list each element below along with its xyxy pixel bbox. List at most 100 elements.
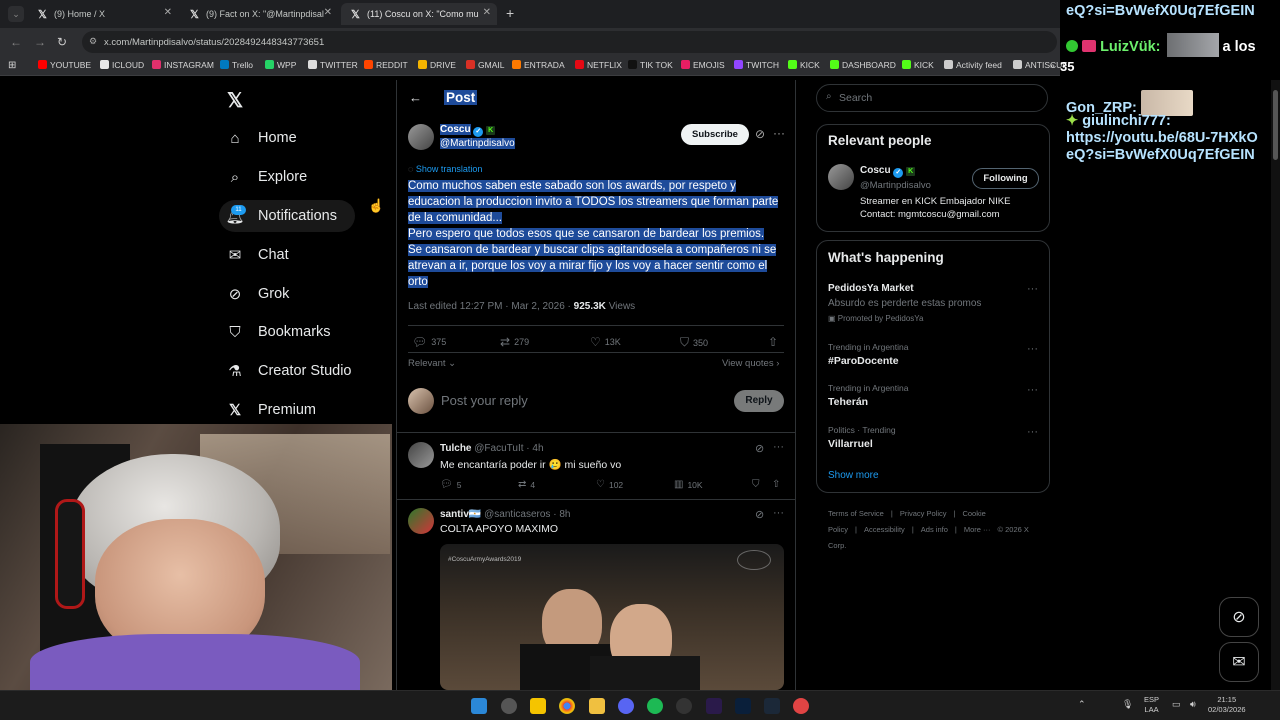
grok-button[interactable]: ⊘: [1219, 597, 1259, 637]
url-input[interactable]: ⚙ x.com/Martinpdisalvo/status/2028492448…: [82, 31, 1057, 53]
person-name[interactable]: Coscu ✓ K: [860, 165, 916, 178]
avatar[interactable]: [408, 508, 434, 534]
bookmark-item[interactable]: Activity feed: [944, 60, 1002, 70]
footer-link[interactable]: Terms of Service: [828, 509, 884, 518]
x-logo-icon[interactable]: 𝕏: [227, 88, 243, 113]
nav-premium[interactable]: 𝕏 Premium: [226, 393, 316, 427]
bookmark-item[interactable]: YOUTUBE: [38, 60, 91, 70]
bookmark-action[interactable]: ⛉: [752, 479, 764, 490]
like-action[interactable]: ♡ 102: [596, 479, 623, 490]
reload-icon[interactable]: ↻: [57, 35, 67, 49]
scrollbar-thumb[interactable]: [1273, 90, 1278, 160]
reply-action[interactable]: 💬︎ 375: [412, 335, 446, 349]
obs-icon[interactable]: [676, 698, 692, 714]
clock[interactable]: 21:15 02/03/2026: [1208, 695, 1246, 715]
avatar[interactable]: [408, 442, 434, 468]
tab-home[interactable]: 𝕏 (9) Home / X ✕: [28, 3, 178, 25]
search-input[interactable]: ⌕ Search: [816, 84, 1048, 112]
site-info-icon[interactable]: ⚙: [89, 36, 97, 47]
language-indicator[interactable]: ESP LAA: [1144, 695, 1159, 715]
back-arrow-icon[interactable]: ←: [409, 90, 422, 105]
nav-chat[interactable]: ✉ Chat: [226, 238, 289, 272]
nav-home[interactable]: ⌂ Home: [226, 121, 296, 155]
scrollbar[interactable]: [1271, 80, 1280, 690]
nav-notifications[interactable]: 🔔︎ Notifications: [225, 199, 337, 233]
tab-fact[interactable]: 𝕏 (9) Fact on X: "@Martinpdisalv ✕: [180, 3, 338, 25]
grok-icon[interactable]: ⊘: [755, 442, 764, 455]
start-icon[interactable]: [471, 698, 487, 714]
footer-link[interactable]: Accessibility: [864, 525, 905, 534]
steam-icon[interactable]: [764, 698, 780, 714]
views-action[interactable]: ▥ 10K: [674, 479, 703, 490]
premiere-icon[interactable]: [706, 698, 722, 714]
repost-action[interactable]: ⇄ 4: [518, 479, 535, 490]
more-icon[interactable]: ···: [1027, 343, 1038, 355]
like-action[interactable]: ♡ 13K: [590, 335, 621, 349]
footer-link[interactable]: Privacy Policy: [900, 509, 947, 518]
bookmark-item[interactable]: ICLOUD: [100, 60, 144, 70]
tab-search-icon[interactable]: ⌄: [8, 6, 24, 22]
avatar[interactable]: [828, 164, 854, 190]
sort-dropdown[interactable]: Relevant ⌄: [408, 358, 456, 369]
view-quotes-link[interactable]: View quotes ›: [722, 358, 779, 369]
more-icon[interactable]: ···: [773, 441, 784, 453]
tab-coscu[interactable]: 𝕏 (11) Coscu on X: "Como mucho ✕: [341, 3, 497, 25]
share-action[interactable]: ⇧: [772, 479, 784, 490]
footer-link[interactable]: More ···: [964, 525, 991, 534]
nav-bookmarks[interactable]: ⛉ Bookmarks: [226, 315, 330, 349]
bookmark-item[interactable]: DASHBOARD: [830, 60, 896, 70]
reply-handle[interactable]: @santicaseros · 8h: [484, 509, 570, 520]
bookmark-item[interactable]: KICK: [902, 60, 934, 70]
bookmark-item[interactable]: TWITCH: [734, 60, 779, 70]
trend-item[interactable]: Trending in Argentina #ParoDocente: [828, 342, 909, 367]
reply-handle[interactable]: @FacuTuIt · 4h: [474, 443, 543, 454]
nav-grok[interactable]: ⊘ Grok: [226, 277, 290, 311]
discord-icon[interactable]: [618, 698, 634, 714]
forward-icon[interactable]: →: [34, 35, 46, 49]
author-name[interactable]: Coscu ✓ K: [440, 124, 496, 137]
messages-button[interactable]: ✉: [1219, 642, 1259, 682]
more-icon[interactable]: ···: [1027, 283, 1038, 295]
microphone-icon[interactable]: 🎙︎: [1122, 699, 1133, 709]
more-icon[interactable]: ···: [773, 507, 784, 519]
repost-action[interactable]: ⇄ 279: [500, 335, 529, 349]
back-icon[interactable]: ←: [10, 35, 22, 49]
reply-action[interactable]: 💬︎ 5: [440, 479, 461, 490]
close-icon[interactable]: ✕: [324, 7, 332, 18]
footer-link[interactable]: Ads info: [921, 525, 948, 534]
folder-icon[interactable]: [589, 698, 605, 714]
reply-input[interactable]: Post your reply: [441, 393, 528, 408]
close-icon[interactable]: ✕: [483, 7, 491, 18]
spotify-icon[interactable]: [647, 698, 663, 714]
bookmark-item[interactable]: WPP: [265, 60, 296, 70]
share-action[interactable]: ⇧: [768, 335, 782, 349]
sticky-notes-icon[interactable]: [530, 698, 546, 714]
post-timestamp[interactable]: Last edited 12:27 PM · Mar 2, 2026 ·: [408, 301, 571, 312]
bookmark-item[interactable]: TIK TOK: [628, 60, 673, 70]
bookmark-item[interactable]: EMOJIS: [681, 60, 725, 70]
grok-icon[interactable]: ⊘: [755, 508, 764, 521]
person-handle[interactable]: @Martinpdisalvo: [860, 180, 931, 191]
bookmarks-more-button[interactable]: »: [1050, 60, 1055, 70]
reply-author[interactable]: Tulche: [440, 443, 471, 454]
nav-explore[interactable]: ⌕ Explore: [226, 160, 307, 194]
grok-icon[interactable]: ⊘: [755, 127, 765, 141]
trend-item[interactable]: Trending in Argentina Teherán: [828, 383, 909, 408]
bookmark-item[interactable]: GMAIL: [466, 60, 504, 70]
bookmark-item[interactable]: INSTAGRAM: [152, 60, 214, 70]
photoshop-icon[interactable]: [735, 698, 751, 714]
trend-item[interactable]: Politics · Trending Villarruel: [828, 425, 896, 450]
nav-creator-studio[interactable]: ⚗ Creator Studio: [226, 354, 351, 388]
reply-video[interactable]: #CoscuArmyAwards2019: [440, 544, 784, 690]
show-translation-link[interactable]: ◌ Show translation: [408, 164, 482, 174]
author-handle[interactable]: @Martinpdisalvo: [440, 138, 515, 149]
bookmark-item[interactable]: Trello: [220, 60, 253, 70]
volume-icon[interactable]: 🔊︎: [1190, 699, 1196, 709]
apps-grid-icon[interactable]: ⊞: [8, 60, 16, 71]
more-icon[interactable]: ···: [1027, 426, 1038, 438]
avatar[interactable]: [408, 124, 434, 150]
more-icon[interactable]: ···: [1027, 384, 1038, 396]
more-icon[interactable]: ···: [773, 126, 785, 140]
bookmark-item[interactable]: ENTRADA: [512, 60, 565, 70]
reply-button[interactable]: Reply: [734, 390, 784, 412]
